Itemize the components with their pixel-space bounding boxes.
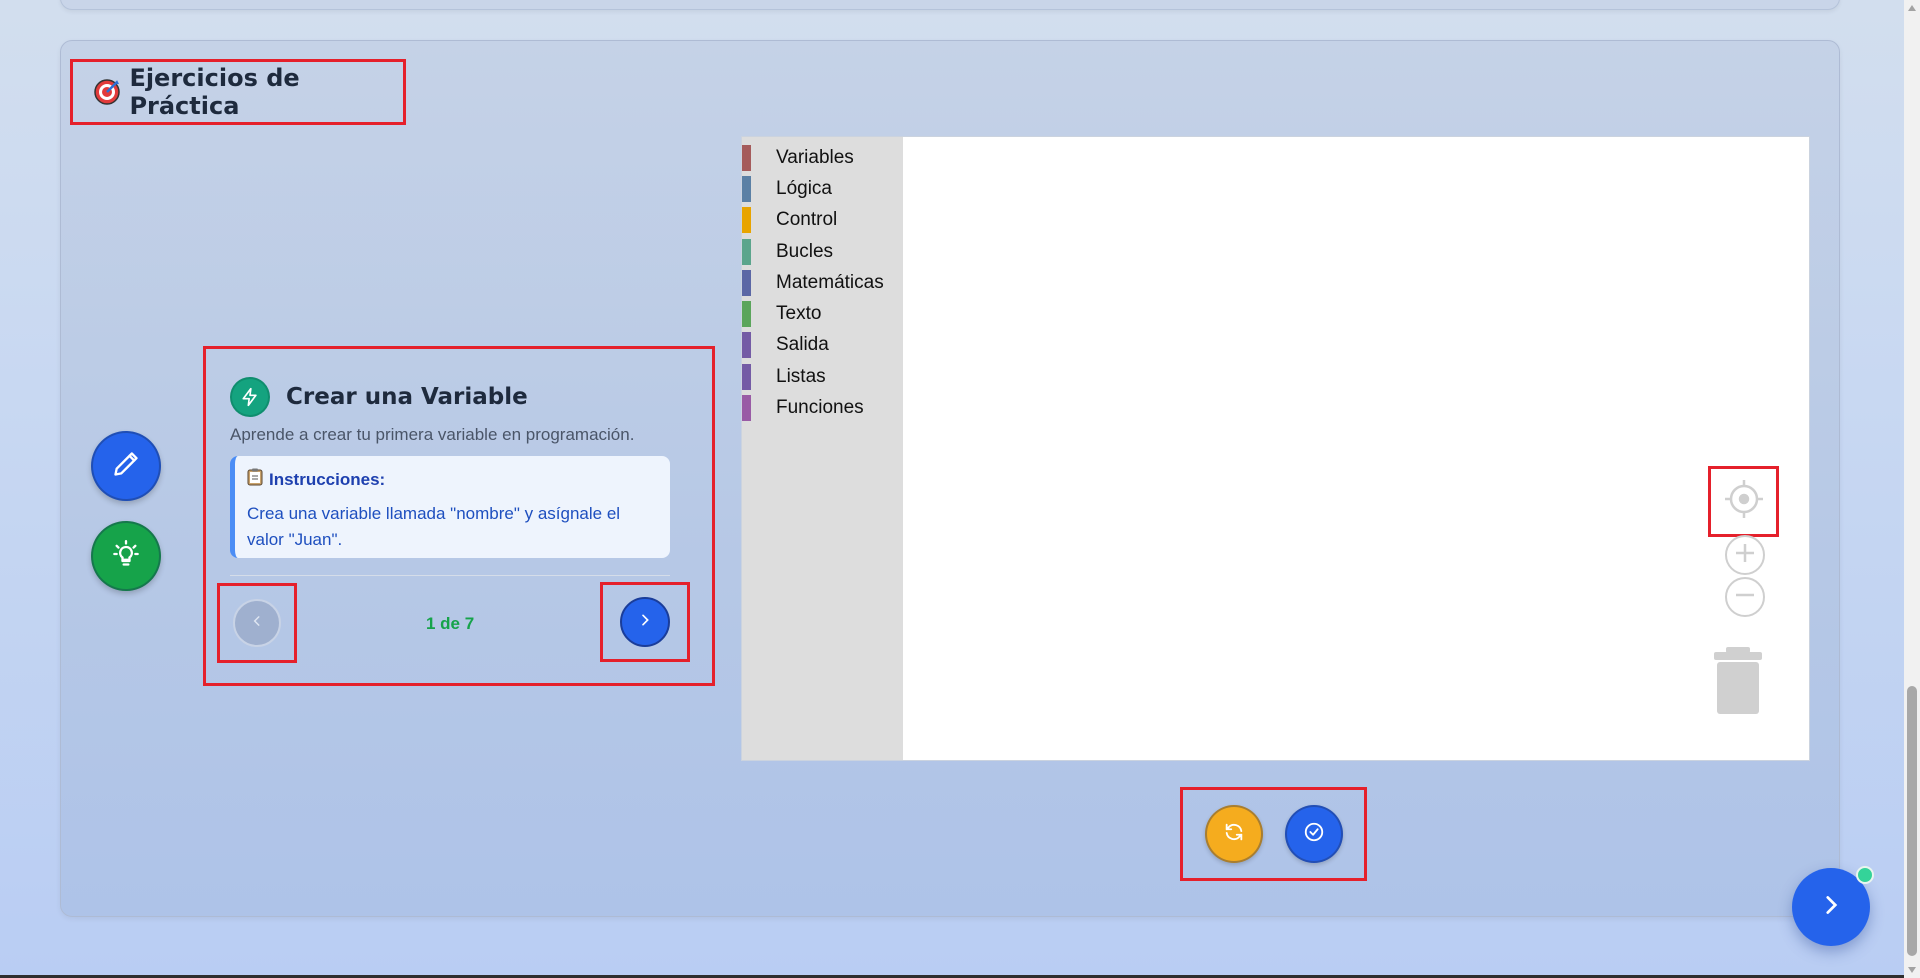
category-color-swatch bbox=[742, 269, 751, 296]
zoom-out-icon bbox=[1734, 584, 1756, 611]
category-color-swatch bbox=[742, 207, 751, 234]
next-exercise-button[interactable] bbox=[600, 582, 690, 662]
instructions-text: Crea una variable llamada "nombre" y así… bbox=[247, 504, 621, 549]
lightning-icon bbox=[230, 377, 270, 417]
divider bbox=[230, 575, 670, 576]
crosshair-icon bbox=[1723, 478, 1765, 525]
category-color-swatch bbox=[742, 332, 751, 359]
category-label: Salida bbox=[776, 334, 829, 356]
blockly-toolbox: Variables Lógica Control Bucles Matemáticas T… bbox=[742, 137, 903, 760]
zoom-out-button[interactable] bbox=[1725, 577, 1765, 617]
previous-section-card bbox=[60, 0, 1840, 10]
check-circle-icon bbox=[1303, 821, 1325, 848]
toolbox-category-matematicas[interactable]: Matemáticas bbox=[742, 267, 903, 298]
toolbox-category-listas[interactable]: Listas bbox=[742, 361, 903, 392]
instructions-box: Instrucciones: Crea una variable llamada… bbox=[230, 456, 670, 558]
category-label: Bucles bbox=[776, 240, 834, 262]
target-icon bbox=[93, 77, 121, 107]
category-color-swatch bbox=[742, 144, 751, 171]
category-color-swatch bbox=[742, 395, 751, 422]
previous-exercise-button[interactable] bbox=[217, 583, 297, 663]
section-title: Ejercicios de Práctica bbox=[129, 64, 300, 120]
exercise-card: Crear una Variable Aprende a crear tu pr… bbox=[203, 346, 715, 686]
category-color-swatch bbox=[742, 238, 751, 265]
clipboard-icon bbox=[247, 468, 263, 491]
instructions-label: Instrucciones: bbox=[269, 469, 386, 489]
category-label: Texto bbox=[776, 303, 822, 325]
scroll-down-arrow[interactable] bbox=[1904, 962, 1920, 978]
hint-button[interactable] bbox=[91, 521, 161, 591]
category-label: Lógica bbox=[776, 177, 832, 199]
page-scrollbar[interactable] bbox=[1904, 0, 1920, 978]
category-label: Listas bbox=[776, 365, 826, 387]
toolbox-category-salida[interactable]: Salida bbox=[742, 330, 903, 361]
chevron-right-icon bbox=[637, 612, 653, 633]
workspace-actions bbox=[1180, 787, 1367, 881]
chevron-right-icon bbox=[1818, 892, 1844, 923]
trash-icon bbox=[1712, 647, 1764, 719]
exercise-pager: 1 de 7 bbox=[426, 614, 475, 633]
toolbox-category-funciones[interactable]: Funciones bbox=[742, 392, 903, 423]
exercise-title: Crear una Variable bbox=[286, 384, 528, 410]
scroll-up-arrow[interactable] bbox=[1904, 0, 1920, 16]
category-color-swatch bbox=[742, 363, 751, 390]
category-color-swatch bbox=[742, 175, 751, 202]
reset-button[interactable] bbox=[1204, 805, 1263, 863]
scroll-thumb[interactable] bbox=[1907, 686, 1917, 956]
check-solution-button[interactable] bbox=[1284, 805, 1343, 863]
category-label: Control bbox=[776, 209, 838, 231]
category-label: Funciones bbox=[776, 397, 864, 419]
category-color-swatch bbox=[742, 301, 751, 328]
exercise-description: Aprende a crear tu primera variable en p… bbox=[230, 425, 635, 444]
lightbulb-icon bbox=[112, 539, 140, 573]
section-header: Ejercicios de Práctica bbox=[70, 59, 406, 125]
toolbox-category-variables[interactable]: Variables bbox=[742, 142, 903, 173]
chevron-left-icon bbox=[250, 614, 264, 633]
blockly-workspace[interactable]: Variables Lógica Control Bucles Matemáticas T… bbox=[741, 136, 1810, 761]
category-label: Variables bbox=[776, 146, 854, 168]
zoom-in-icon bbox=[1734, 542, 1756, 569]
zoom-in-button[interactable] bbox=[1725, 535, 1765, 575]
toolbox-category-texto[interactable]: Texto bbox=[742, 298, 903, 329]
recenter-button[interactable] bbox=[1708, 466, 1779, 537]
exercise-header: Crear una Variable bbox=[230, 377, 528, 417]
notification-dot bbox=[1856, 866, 1874, 884]
edit-button[interactable] bbox=[91, 431, 161, 501]
trash-can[interactable] bbox=[1712, 647, 1764, 715]
toolbox-category-bucles[interactable]: Bucles bbox=[742, 236, 903, 267]
category-label: Matemáticas bbox=[776, 271, 884, 293]
pencil-icon bbox=[112, 450, 140, 483]
refresh-icon bbox=[1223, 821, 1245, 848]
toolbox-category-logica[interactable]: Lógica bbox=[742, 173, 903, 204]
toolbox-category-control[interactable]: Control bbox=[742, 205, 903, 236]
